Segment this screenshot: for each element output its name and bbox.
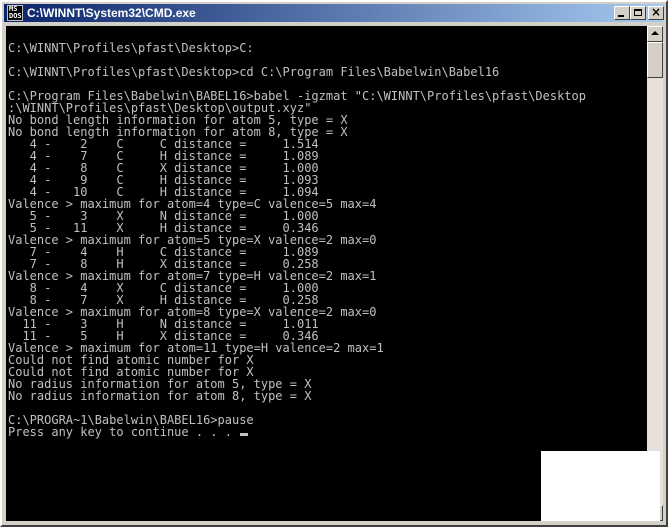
cmd-icon[interactable]: MS DOS	[7, 5, 23, 21]
vertical-scrollbar[interactable]	[647, 26, 663, 521]
console-output[interactable]: C:\WINNT\Profiles\pfast\Desktop>C: C:\WI…	[6, 26, 647, 521]
text-cursor	[240, 433, 249, 436]
cmd-window: MS DOS C:\WINNT\System32\CMD.exe × C:\WI…	[0, 0, 668, 527]
window-title: C:\WINNT\System32\CMD.exe	[27, 6, 196, 20]
console-line: C:\WINNT\Profiles\pfast\Desktop>C:	[8, 41, 254, 55]
scroll-thumb[interactable]	[647, 42, 663, 78]
white-overlay-panel	[541, 451, 660, 521]
console-line: Press any key to continue . . .	[8, 425, 240, 439]
scroll-up-icon[interactable]	[647, 26, 663, 42]
title-bar[interactable]: MS DOS C:\WINNT\System32\CMD.exe ×	[4, 4, 664, 22]
console-line: C:\WINNT\Profiles\pfast\Desktop>cd C:\Pr…	[8, 65, 500, 79]
close-icon[interactable]: ×	[648, 5, 664, 20]
maximize-icon[interactable]	[630, 6, 646, 20]
console-line: No radius information for atom 8, type =…	[8, 389, 312, 403]
minimize-icon[interactable]	[614, 6, 630, 20]
console-text: C:\WINNT\Profiles\pfast\Desktop>C: C:\WI…	[6, 26, 647, 438]
